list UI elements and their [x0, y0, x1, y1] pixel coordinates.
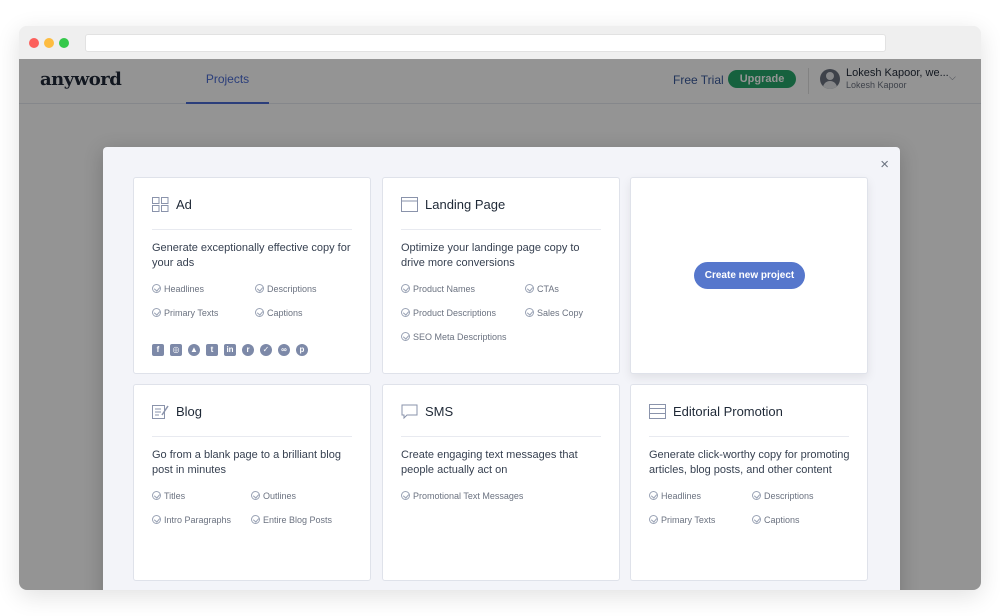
feature-item: Primary Texts: [152, 308, 218, 318]
close-icon[interactable]: ×: [880, 156, 889, 173]
check-circle-icon: [401, 332, 410, 341]
instagram-icon: ◎: [170, 344, 182, 356]
create-new-project-button[interactable]: Create new project: [694, 262, 805, 289]
card-description: Generate exceptionally effective copy fo…: [152, 242, 351, 269]
project-type-card-sms[interactable]: SMS Create engaging text messages that p…: [382, 384, 620, 581]
feature-item: Entire Blog Posts: [251, 515, 332, 525]
feature-item: Outlines: [251, 491, 296, 501]
reddit-icon: r: [242, 344, 254, 356]
feature-item: Headlines: [649, 491, 701, 501]
vine-icon: ✓: [260, 344, 272, 356]
check-circle-icon: [649, 491, 658, 500]
card-title: Landing Page: [425, 197, 506, 212]
check-circle-icon: [255, 308, 264, 317]
card-title: Ad: [176, 197, 192, 212]
feature-item: Intro Paragraphs: [152, 515, 231, 525]
article-icon: [649, 404, 666, 419]
feature-item: Descriptions: [255, 284, 317, 294]
facebook-icon: f: [152, 344, 164, 356]
taboola-icon: ∞: [278, 344, 290, 356]
check-circle-icon: [401, 284, 410, 293]
card-title: Blog: [176, 404, 203, 419]
feature-item: Captions: [752, 515, 800, 525]
check-circle-icon: [401, 308, 410, 317]
check-circle-icon: [152, 491, 161, 500]
card-description: Optimize your landinge page copy to driv…: [401, 242, 580, 269]
card-description: Generate click-worthy copy for promoting…: [649, 449, 850, 476]
card-header: Ad: [152, 196, 352, 230]
feature-item: Captions: [255, 308, 303, 318]
feature-item: Titles: [152, 491, 185, 501]
card-description: Go from a blank page to a brilliant blog…: [152, 449, 341, 476]
project-type-card-landing-page[interactable]: Landing Page Optimize your landinge page…: [382, 177, 620, 374]
check-circle-icon: [255, 284, 264, 293]
check-circle-icon: [525, 308, 534, 317]
card-description: Create engaging text messages that peopl…: [401, 449, 578, 476]
browser-window: anyword Projects Free Trial Upgrade Loke…: [19, 26, 981, 590]
create-project-card: Create new project: [630, 177, 868, 374]
check-circle-icon: [152, 308, 161, 317]
feature-item: CTAs: [525, 284, 559, 294]
card-header: Blog: [152, 403, 352, 437]
browser-window-icon: [401, 197, 418, 212]
card-header: SMS: [401, 403, 601, 437]
pinterest-icon: p: [296, 344, 308, 356]
social-icons-row: f ◎ ▲ t in r ✓ ∞ p: [152, 344, 314, 358]
feature-item: Product Descriptions: [401, 308, 496, 318]
check-circle-icon: [401, 491, 410, 500]
card-header: Editorial Promotion: [649, 403, 849, 437]
grid-icon: [152, 197, 169, 212]
linkedin-icon: in: [224, 344, 236, 356]
feature-item: Product Names: [401, 284, 475, 294]
feature-item: Descriptions: [752, 491, 814, 501]
project-type-card-ad[interactable]: Ad Generate exceptionally effective copy…: [133, 177, 371, 374]
check-circle-icon: [649, 515, 658, 524]
edit-document-icon: [152, 405, 169, 419]
project-type-card-editorial-promotion[interactable]: Editorial Promotion Generate click-worth…: [630, 384, 868, 581]
check-circle-icon: [525, 284, 534, 293]
close-window-button[interactable]: [29, 38, 39, 48]
project-type-card-blog[interactable]: Blog Go from a blank page to a brilliant…: [133, 384, 371, 581]
app-root: anyword Projects Free Trial Upgrade Loke…: [19, 59, 981, 590]
new-project-modal: × Ad Generate exceptionally effective co…: [103, 147, 900, 590]
check-circle-icon: [251, 491, 260, 500]
feature-item: Sales Copy: [525, 308, 583, 318]
address-bar[interactable]: [85, 34, 886, 52]
card-title: SMS: [425, 404, 454, 419]
browser-toolbar: [19, 26, 981, 59]
message-icon: [401, 404, 418, 419]
card-title: Editorial Promotion: [673, 404, 783, 419]
minimize-window-button[interactable]: [44, 38, 54, 48]
check-circle-icon: [152, 284, 161, 293]
feature-item: Headlines: [152, 284, 204, 294]
feature-item: Promotional Text Messages: [401, 491, 523, 501]
maximize-window-button[interactable]: [59, 38, 69, 48]
check-circle-icon: [251, 515, 260, 524]
google-ads-icon: ▲: [188, 344, 200, 356]
check-circle-icon: [752, 515, 761, 524]
check-circle-icon: [752, 491, 761, 500]
twitter-icon: t: [206, 344, 218, 356]
check-circle-icon: [152, 515, 161, 524]
feature-item: Primary Texts: [649, 515, 715, 525]
feature-item: SEO Meta Descriptions: [401, 332, 507, 342]
card-header: Landing Page: [401, 196, 601, 230]
